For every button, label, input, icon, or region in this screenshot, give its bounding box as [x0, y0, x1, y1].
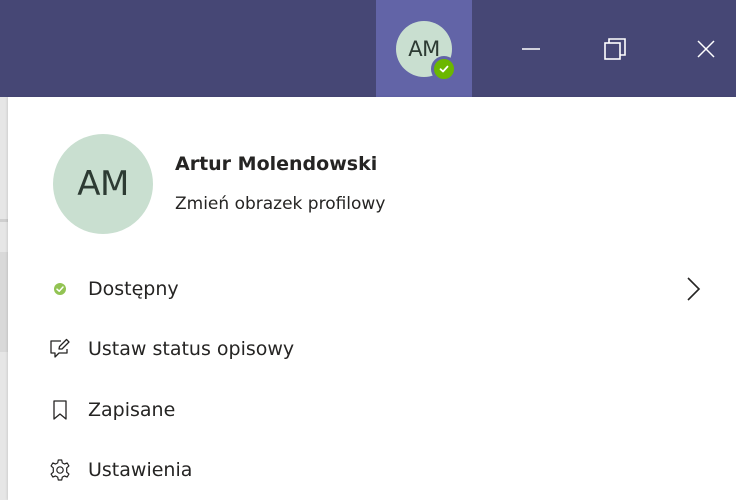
- background-app-edge: [0, 97, 8, 500]
- profile-menu-panel: AM Artur Molendowski Zmień obrazek profi…: [8, 97, 736, 500]
- minimize-button[interactable]: [491, 0, 571, 97]
- user-name: Artur Molendowski: [175, 153, 378, 175]
- close-button[interactable]: [666, 0, 736, 97]
- settings-label: Ustawienia: [88, 459, 193, 481]
- presence-available-icon: [431, 55, 457, 82]
- menu-item-settings[interactable]: Ustawienia: [48, 446, 708, 494]
- avatar: AM: [396, 20, 457, 82]
- status-message-label: Ustaw status opisowy: [88, 338, 295, 360]
- bookmark-icon: [48, 398, 72, 422]
- minimize-icon: [522, 47, 540, 50]
- profile-avatar-button[interactable]: AM: [376, 0, 472, 97]
- saved-label: Zapisane: [88, 399, 176, 421]
- gear-icon: [48, 458, 72, 482]
- available-dot-icon: [48, 277, 72, 301]
- profile-initials: AM: [77, 164, 129, 204]
- edit-message-icon: [48, 337, 72, 361]
- menu-item-status[interactable]: Dostępny: [48, 265, 708, 313]
- restore-icon: [604, 37, 626, 60]
- chevron-right-icon: [687, 277, 701, 301]
- title-bar: AM: [0, 0, 736, 97]
- profile-avatar[interactable]: AM: [53, 134, 153, 234]
- change-profile-picture-link[interactable]: Zmień obrazek profilowy: [175, 194, 385, 214]
- menu-item-saved[interactable]: Zapisane: [48, 386, 708, 434]
- avatar-initials: AM: [408, 36, 440, 61]
- status-label: Dostępny: [88, 278, 179, 300]
- menu-item-status-message[interactable]: Ustaw status opisowy: [48, 325, 708, 373]
- close-icon: [697, 39, 715, 58]
- restore-button[interactable]: [575, 0, 655, 97]
